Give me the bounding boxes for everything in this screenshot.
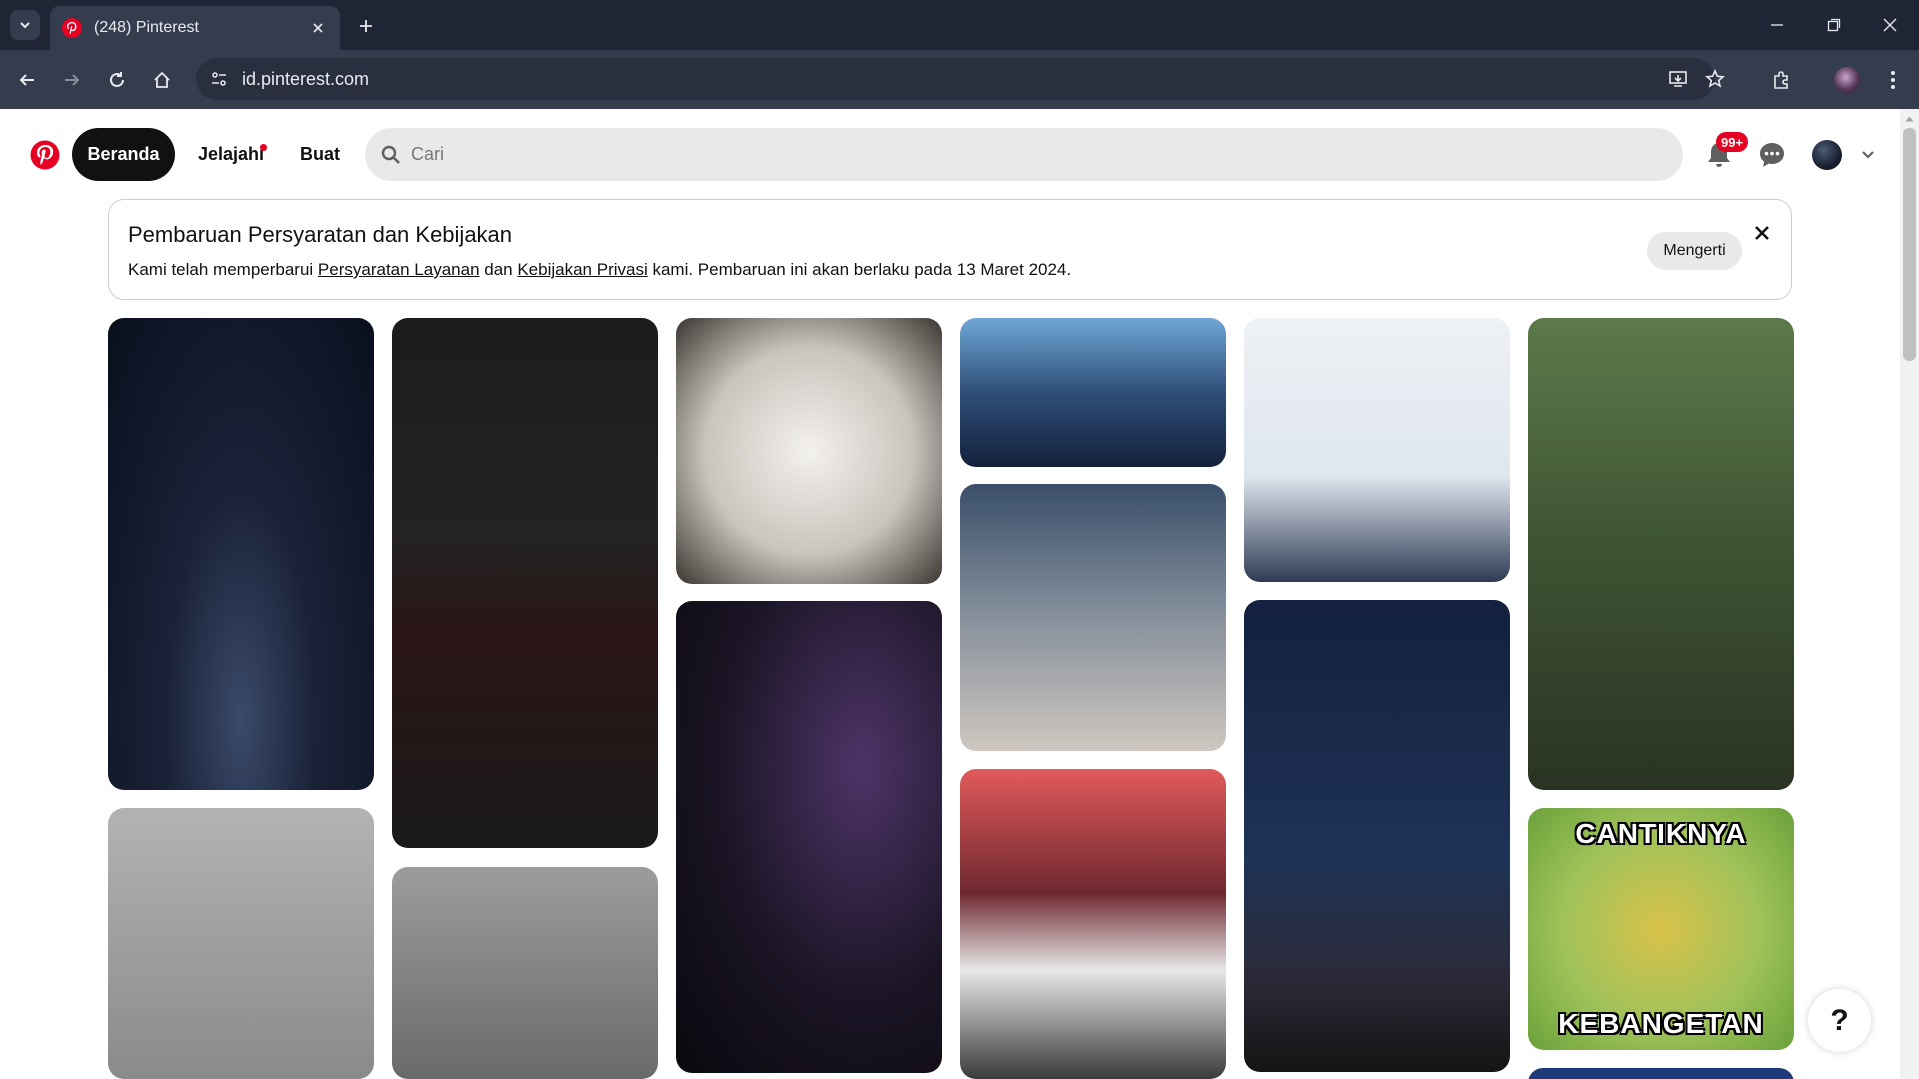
notice-title: Pembaruan Persyaratan dan Kebijakan [128,222,513,247]
notice-text-suffix: kami. Pembaruan ini akan berlaku pada 13… [647,260,1072,279]
pin-card[interactable] [1244,600,1510,1072]
pin-card[interactable] [108,318,374,790]
pin-card[interactable] [960,769,1226,1079]
pin-caption-top: CANTIKNYA [1575,818,1747,849]
pin-grid: CANTIKNYA KEBANGETAN [0,0,1900,1079]
pin-card[interactable] [392,867,658,1079]
pin-card[interactable] [108,808,374,1079]
pin-card[interactable] [676,601,942,1073]
notice-body: Kami telah memperbarui Persyaratan Layan… [128,260,1071,280]
acknowledge-button[interactable]: Mengerti [1647,232,1742,270]
scrollbar-thumb[interactable] [1903,128,1916,361]
pin-caption-bottom: KEBANGETAN [1558,1008,1764,1039]
pin-card[interactable] [392,318,658,848]
help-button[interactable]: ? [1808,989,1871,1052]
notice-text-prefix: Kami telah memperbarui [128,260,318,279]
close-icon [1755,226,1769,240]
pin-card[interactable] [676,318,942,584]
pin-card[interactable] [1528,1068,1794,1079]
pin-card[interactable] [960,318,1226,467]
pin-card[interactable] [960,484,1226,751]
pin-card[interactable]: CANTIKNYA KEBANGETAN [1528,808,1794,1050]
terms-of-service-link[interactable]: Persyaratan Layanan [318,260,480,279]
notice-text-middle: dan [479,260,518,279]
privacy-policy-link[interactable]: Kebijakan Privasi [517,260,647,279]
scroll-up-arrow-icon[interactable] [1904,113,1915,124]
pin-card[interactable] [1528,318,1794,790]
pin-card[interactable] [1244,318,1510,582]
policy-update-notice: Pembaruan Persyaratan dan Kebijakan Kami… [108,199,1792,300]
close-notice-button[interactable] [1749,220,1775,246]
